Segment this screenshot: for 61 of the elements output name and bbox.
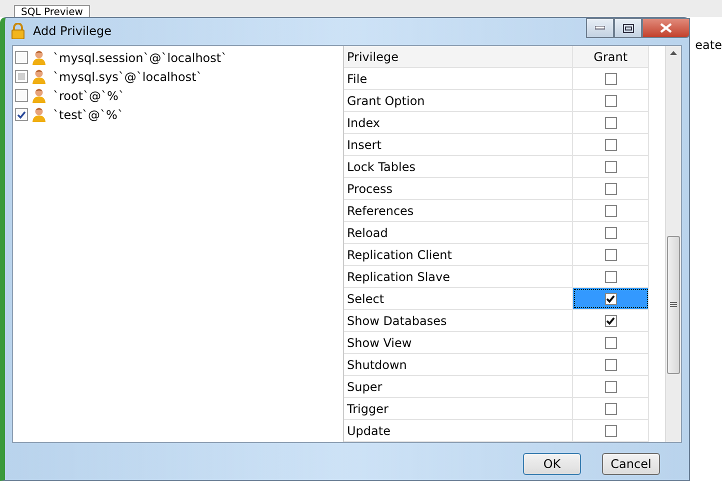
checkbox[interactable] bbox=[15, 89, 28, 102]
table-cell: References bbox=[344, 200, 574, 221]
table-cell: Trigger bbox=[344, 398, 574, 419]
checkbox[interactable] bbox=[604, 94, 617, 106]
table-cell: Reload bbox=[344, 222, 574, 243]
checkbox[interactable] bbox=[15, 70, 28, 83]
window-title: Add Privilege bbox=[33, 24, 112, 38]
user-label[interactable]: `test`@`%` bbox=[53, 108, 124, 122]
user-label[interactable]: `root`@`%` bbox=[53, 88, 124, 102]
grant-cell[interactable] bbox=[573, 288, 649, 309]
vertical-scrollbar[interactable] bbox=[665, 46, 681, 442]
checkbox[interactable] bbox=[604, 116, 617, 128]
table-cell: Show Databases bbox=[344, 310, 574, 331]
table-cell: Replication Client bbox=[344, 244, 574, 265]
table-cell: Update bbox=[344, 420, 574, 441]
lock-icon bbox=[11, 22, 25, 38]
user-label[interactable]: `mysql.session`@`localhost` bbox=[53, 50, 228, 64]
maximize-button[interactable] bbox=[614, 18, 642, 38]
minimize-button[interactable] bbox=[586, 18, 614, 38]
maximize-icon bbox=[622, 24, 634, 32]
table-cell: File bbox=[344, 68, 574, 89]
checkbox[interactable] bbox=[604, 336, 617, 348]
cancel-button[interactable]: Cancel bbox=[602, 453, 660, 475]
table-cell: Process bbox=[344, 178, 574, 199]
ok-button[interactable]: OK bbox=[523, 453, 581, 475]
checkbox[interactable] bbox=[15, 108, 28, 121]
table-cell: Insert bbox=[344, 134, 574, 155]
table-cell: Super bbox=[344, 376, 574, 397]
table-cell: Replication Slave bbox=[344, 266, 574, 287]
checkbox[interactable] bbox=[604, 358, 617, 370]
table-cell: Show View bbox=[344, 332, 574, 353]
user-icon bbox=[32, 50, 46, 65]
checkbox[interactable] bbox=[604, 226, 617, 238]
table-cell: Grant Option bbox=[344, 90, 574, 111]
close-button[interactable] bbox=[642, 18, 690, 38]
minimize-icon bbox=[595, 26, 605, 30]
scrollbar-thumb[interactable] bbox=[667, 236, 680, 374]
table-cell: Shutdown bbox=[344, 354, 574, 375]
checkbox[interactable] bbox=[604, 380, 617, 392]
checkbox[interactable] bbox=[604, 270, 617, 282]
checkbox[interactable] bbox=[15, 51, 28, 64]
user-icon bbox=[32, 88, 46, 103]
checkbox[interactable] bbox=[604, 204, 617, 216]
checkbox[interactable] bbox=[604, 138, 617, 150]
column-header[interactable]: Privilege bbox=[344, 46, 574, 67]
checkbox[interactable] bbox=[604, 314, 617, 326]
background-text: eate bbox=[695, 38, 722, 52]
checkbox[interactable] bbox=[604, 424, 617, 436]
checkbox[interactable] bbox=[604, 402, 617, 414]
user-icon bbox=[32, 107, 46, 122]
checkbox[interactable] bbox=[604, 248, 617, 260]
table-cell: Lock Tables bbox=[344, 156, 574, 177]
user-icon bbox=[32, 69, 46, 84]
checkbox[interactable] bbox=[604, 182, 617, 194]
column-header[interactable]: Grant bbox=[573, 46, 649, 67]
checkbox[interactable] bbox=[604, 292, 617, 304]
checkbox[interactable] bbox=[604, 160, 617, 172]
user-label[interactable]: `mysql.sys`@`localhost` bbox=[53, 70, 202, 84]
checkbox[interactable] bbox=[604, 72, 617, 84]
close-icon bbox=[660, 23, 672, 33]
table-cell: Index bbox=[344, 112, 574, 133]
